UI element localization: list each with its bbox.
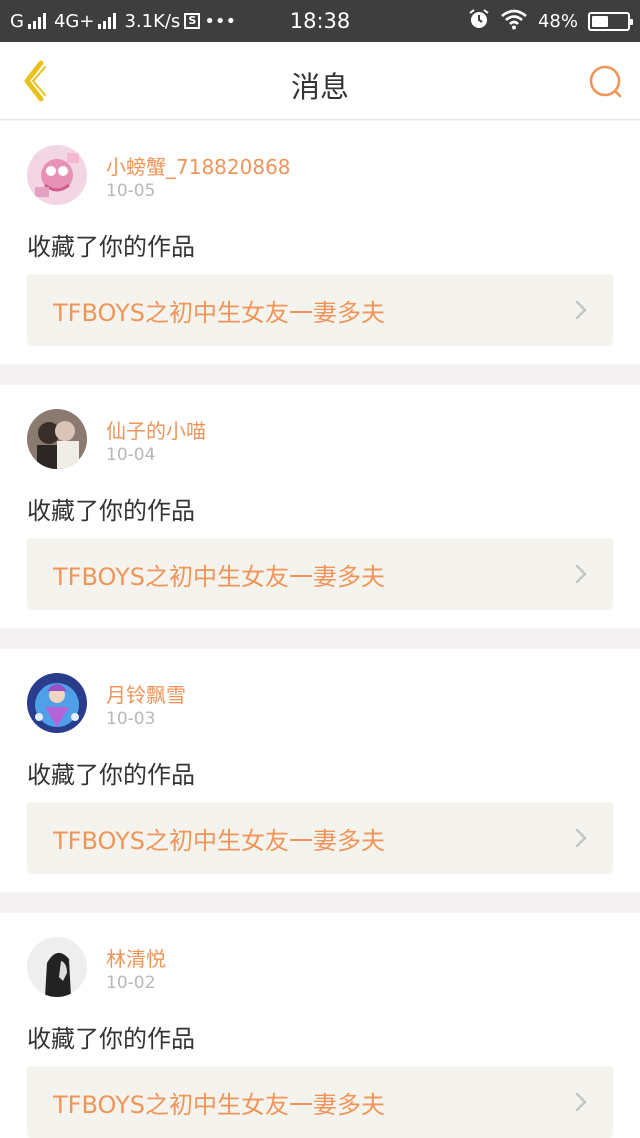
signal-icon-2 — [98, 13, 117, 29]
avatar[interactable] — [27, 673, 87, 733]
message-card: 林清悦 10-02 收藏了你的作品 TFBOYS之初中生女友一妻多夫 — [0, 913, 640, 1138]
message-date: 10-02 — [106, 973, 156, 993]
avatar[interactable] — [27, 409, 87, 469]
network-speed: 3.1K/s — [124, 10, 181, 32]
user-name[interactable]: 仙子的小喵 — [106, 415, 206, 444]
message-date: 10-04 — [106, 445, 156, 465]
page-title: 消息 — [290, 70, 349, 104]
wifi-icon — [500, 8, 528, 35]
work-title: TFBOYS之初中生女友一妻多夫 — [53, 562, 385, 591]
battery-percent: 48% — [537, 10, 578, 32]
status-bar: G 4G+ 3.1K/s S ••• 18:38 48% — [0, 0, 640, 42]
work-link[interactable]: TFBOYS之初中生女友一妻多夫 — [27, 802, 613, 874]
search-icon — [589, 65, 622, 98]
network-label: 4G+ — [53, 10, 95, 32]
message-card: 月铃飘雪 10-03 收藏了你的作品 TFBOYS之初中生女友一妻多夫 — [0, 649, 640, 892]
work-title: TFBOYS之初中生女友一妻多夫 — [53, 298, 385, 327]
work-title: TFBOYS之初中生女友一妻多夫 — [53, 826, 385, 855]
message-text: 收藏了你的作品 — [27, 497, 195, 525]
work-link[interactable]: TFBOYS之初中生女友一妻多夫 — [27, 274, 613, 346]
more-dots-icon: ••• — [204, 10, 237, 32]
message-date: 10-05 — [106, 181, 156, 201]
user-name[interactable]: 月铃飘雪 — [106, 679, 186, 708]
message-date: 10-03 — [106, 709, 156, 729]
alarm-icon — [468, 8, 490, 35]
message-text: 收藏了你的作品 — [27, 1025, 195, 1053]
nav-bar: 消息 — [0, 42, 640, 120]
message-text: 收藏了你的作品 — [27, 233, 195, 261]
message-list: 小螃蟹_718820868 10-05 收藏了你的作品 TFBOYS之初中生女友… — [0, 121, 640, 1138]
chevron-right-icon — [575, 828, 587, 848]
carrier-label: G — [10, 10, 24, 32]
status-left: G 4G+ 3.1K/s S ••• — [10, 11, 236, 32]
status-right: 48% — [468, 8, 633, 35]
avatar[interactable] — [27, 145, 87, 205]
work-link[interactable]: TFBOYS之初中生女友一妻多夫 — [27, 538, 613, 610]
user-name[interactable]: 小螃蟹_718820868 — [106, 151, 291, 180]
chevron-right-icon — [575, 300, 587, 320]
work-link[interactable]: TFBOYS之初中生女友一妻多夫 — [27, 1066, 613, 1138]
battery-fill — [592, 15, 609, 27]
message-text: 收藏了你的作品 — [27, 761, 195, 789]
battery-icon — [588, 11, 633, 31]
message-card: 仙子的小喵 10-04 收藏了你的作品 TFBOYS之初中生女友一妻多夫 — [0, 385, 640, 628]
signal-icon — [27, 13, 46, 29]
s-badge-icon: S — [184, 13, 201, 29]
avatar[interactable] — [27, 937, 87, 997]
search-button[interactable] — [586, 62, 626, 102]
message-card: 小螃蟹_718820868 10-05 收藏了你的作品 TFBOYS之初中生女友… — [0, 121, 640, 364]
user-name[interactable]: 林清悦 — [106, 943, 166, 972]
chevron-right-icon — [575, 1092, 587, 1112]
chevron-right-icon — [575, 564, 587, 584]
work-title: TFBOYS之初中生女友一妻多夫 — [53, 1090, 385, 1119]
